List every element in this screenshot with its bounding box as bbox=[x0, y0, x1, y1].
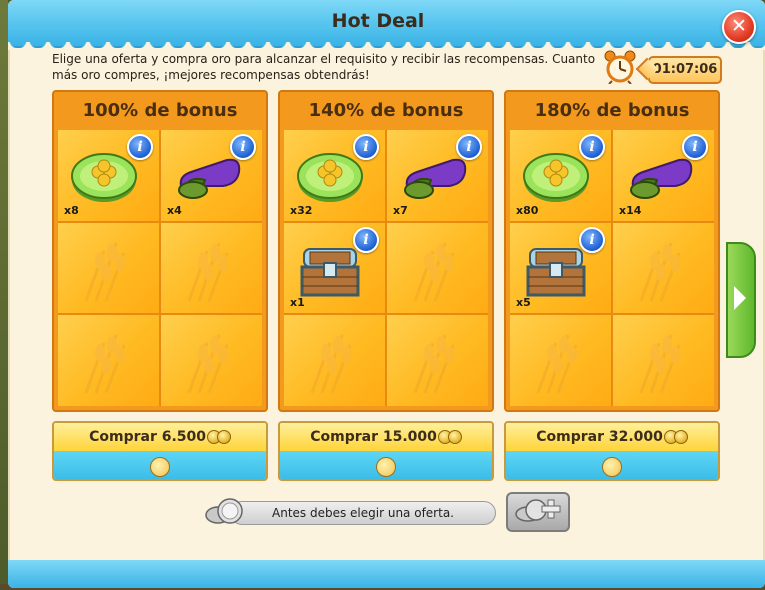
reward-quantity: x8 bbox=[64, 203, 79, 217]
background-scene bbox=[0, 0, 8, 590]
reward-grid: i x8 i x4 bbox=[58, 130, 262, 406]
reward-slot: i x8 bbox=[58, 130, 159, 221]
bottom-decor-strip bbox=[8, 560, 765, 588]
gold-coin-icon bbox=[216, 430, 231, 444]
reward-quantity: x4 bbox=[167, 203, 182, 217]
wheat-icon bbox=[187, 242, 229, 302]
wheat-icon bbox=[413, 242, 455, 302]
buy-button-2[interactable]: Comprar 15.000 bbox=[280, 423, 492, 451]
info-button[interactable]: i bbox=[127, 134, 153, 160]
reward-grid: i x80 i x14 i x5 bbox=[510, 130, 714, 406]
reward-grid: i x32 i x7 i x1 bbox=[284, 130, 488, 406]
empty-reward-slot bbox=[284, 315, 385, 406]
info-button[interactable]: i bbox=[353, 134, 379, 160]
gold-coin-icon bbox=[673, 430, 688, 444]
reward-slot: i x5 bbox=[510, 222, 611, 314]
offer-radio-1[interactable] bbox=[150, 457, 170, 477]
buy-currency-button[interactable] bbox=[506, 492, 570, 532]
bonus-label: 100% de bonus bbox=[82, 100, 238, 121]
countdown-timer: 01:07:06 bbox=[648, 56, 722, 84]
gold-coin-icon bbox=[447, 430, 462, 444]
offer-card-3[interactable]: 180% de bonus i x80 i x14 i x5 bbox=[504, 90, 720, 412]
status-message: Antes debes elegir una oferta. bbox=[230, 501, 496, 525]
empty-reward-slot bbox=[161, 222, 262, 314]
close-button[interactable]: ✕ bbox=[722, 10, 756, 44]
dialog-title: Hot Deal bbox=[331, 10, 425, 32]
buy-button-1[interactable]: Comprar 6.500 bbox=[54, 423, 266, 451]
offer-description: Elige una oferta y compra oro para alcan… bbox=[52, 52, 596, 82]
reward-slot: i x80 bbox=[510, 130, 611, 221]
offer-card-1[interactable]: 100% de bonus i x8 i x4 bbox=[52, 90, 268, 412]
wheat-icon bbox=[413, 334, 455, 394]
empty-reward-slot bbox=[613, 222, 714, 314]
wheat-icon bbox=[84, 334, 126, 394]
wheat-icon bbox=[639, 334, 681, 394]
wheat-icon bbox=[639, 242, 681, 302]
offer-radio-2[interactable] bbox=[376, 457, 396, 477]
empty-reward-slot bbox=[58, 222, 159, 314]
empty-reward-slot bbox=[387, 315, 488, 406]
reward-slot: i x7 bbox=[387, 130, 488, 221]
buy-label: Comprar 6.500 bbox=[89, 429, 207, 445]
info-button[interactable]: i bbox=[230, 134, 256, 160]
reward-quantity: x80 bbox=[516, 203, 539, 217]
next-page-button[interactable] bbox=[726, 242, 756, 358]
reward-quantity: x7 bbox=[393, 203, 408, 217]
reward-quantity: x5 bbox=[516, 296, 531, 310]
silver-coins-icon bbox=[205, 498, 243, 524]
wheat-icon bbox=[536, 334, 578, 394]
empty-reward-slot bbox=[58, 315, 159, 406]
buy-button-3[interactable]: Comprar 32.000 bbox=[506, 423, 718, 451]
select-area[interactable] bbox=[280, 451, 492, 479]
reward-slot: i x4 bbox=[161, 130, 262, 221]
hot-deal-dialog: Hot Deal ✕ Elige una oferta y compra oro… bbox=[8, 0, 765, 588]
select-area[interactable] bbox=[54, 451, 266, 479]
reward-slot: i x32 bbox=[284, 130, 385, 221]
buy-option-1[interactable]: Comprar 6.500 bbox=[52, 421, 268, 481]
reward-quantity: x14 bbox=[619, 203, 642, 217]
reward-quantity: x32 bbox=[290, 203, 313, 217]
wheat-icon bbox=[187, 334, 229, 394]
buy-label: Comprar 15.000 bbox=[310, 429, 437, 445]
arrow-right-icon bbox=[734, 286, 746, 310]
alarm-clock-icon bbox=[604, 50, 636, 84]
buy-option-2[interactable]: Comprar 15.000 bbox=[278, 421, 494, 481]
coins-plus-icon bbox=[515, 499, 561, 522]
offer-card-2[interactable]: 140% de bonus i x32 i x7 i x1 bbox=[278, 90, 494, 412]
reward-slot: i x1 bbox=[284, 222, 385, 314]
bonus-label: 140% de bonus bbox=[308, 100, 464, 121]
wheat-icon bbox=[84, 242, 126, 302]
reward-slot: i x14 bbox=[613, 130, 714, 221]
info-button[interactable]: i bbox=[579, 134, 605, 160]
wheat-icon bbox=[310, 334, 352, 394]
empty-reward-slot bbox=[161, 315, 262, 406]
reward-quantity: x1 bbox=[290, 296, 305, 310]
buy-option-3[interactable]: Comprar 32.000 bbox=[504, 421, 720, 481]
bonus-label: 180% de bonus bbox=[534, 100, 690, 121]
info-button[interactable]: i bbox=[682, 134, 708, 160]
info-button[interactable]: i bbox=[456, 134, 482, 160]
empty-reward-slot bbox=[613, 315, 714, 406]
select-area[interactable] bbox=[506, 451, 718, 479]
title-bar-wave bbox=[8, 42, 765, 50]
info-button[interactable]: i bbox=[579, 226, 605, 253]
offer-radio-3[interactable] bbox=[602, 457, 622, 477]
empty-reward-slot bbox=[387, 222, 488, 314]
buy-label: Comprar 32.000 bbox=[536, 429, 663, 445]
info-button[interactable]: i bbox=[353, 226, 379, 253]
empty-reward-slot bbox=[510, 315, 611, 406]
